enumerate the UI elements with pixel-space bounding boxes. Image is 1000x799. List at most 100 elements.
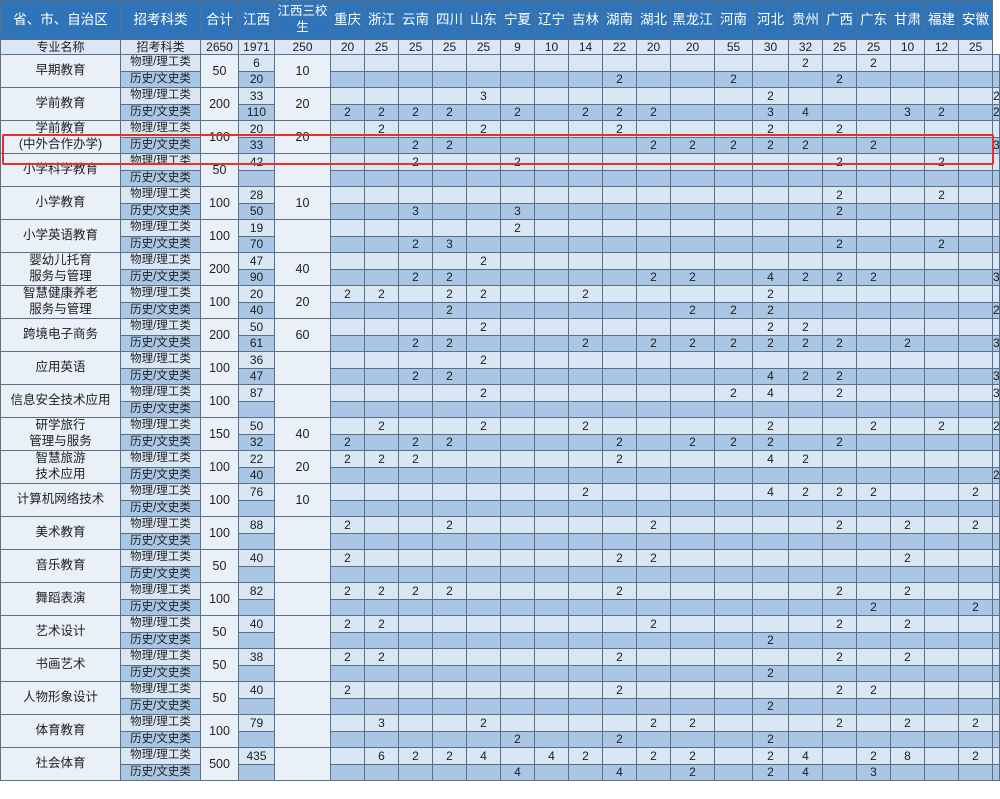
quota-cell xyxy=(670,681,715,699)
quota-cell xyxy=(500,235,535,253)
quota-cell: 4 xyxy=(534,747,569,765)
quota-cell xyxy=(822,747,857,765)
quota-cell xyxy=(398,516,433,534)
quota-cell: 3 xyxy=(432,235,467,253)
quota-cell xyxy=(238,499,275,517)
quota-cell xyxy=(890,202,925,220)
quota-cell xyxy=(670,169,715,187)
quota-cell: 2 xyxy=(330,549,365,567)
quota-cell xyxy=(670,598,715,616)
subject-type: 物理/理工类 xyxy=(120,516,201,534)
quota-cell xyxy=(534,697,569,715)
major-name: 研学旅行 管理与服务 xyxy=(0,417,121,451)
province-header: 云南 xyxy=(398,0,433,40)
quota-cell xyxy=(330,87,365,105)
quota-cell xyxy=(752,582,789,600)
quota-cell: 25 xyxy=(398,39,433,55)
quota-cell: 2 xyxy=(788,136,823,154)
quota-cell xyxy=(602,532,637,550)
jiangxi-three-school-quota xyxy=(274,153,331,187)
quota-cell xyxy=(890,153,925,171)
quota-cell xyxy=(890,450,925,468)
quota-cell: 25 xyxy=(364,39,399,55)
quota-cell: 2 xyxy=(822,70,857,88)
quota-cell xyxy=(534,549,569,567)
quota-cell xyxy=(924,598,959,616)
quota-cell xyxy=(958,664,993,682)
quota-cell xyxy=(432,466,467,484)
quota-cell xyxy=(924,763,959,781)
quota-cell xyxy=(636,252,671,270)
quota-cell: 2 xyxy=(822,153,857,171)
quota-cell: 2 xyxy=(330,450,365,468)
quota-cell: 4 xyxy=(752,483,789,501)
quota-cell xyxy=(992,450,1000,468)
quota-cell xyxy=(752,252,789,270)
quota-cell xyxy=(432,219,467,237)
quota-cell: 4 xyxy=(788,747,823,765)
major-name: 小学科学教育 xyxy=(0,153,121,187)
quota-cell xyxy=(752,219,789,237)
quota-cell xyxy=(364,664,399,682)
quota-cell: 2 xyxy=(822,268,857,286)
quota-cell: 2 xyxy=(398,103,433,121)
quota-cell xyxy=(466,664,501,682)
quota-cell xyxy=(670,582,715,600)
quota-cell: 2 xyxy=(466,351,501,369)
quota-cell xyxy=(636,417,671,435)
quota-cell xyxy=(752,648,789,666)
quota-cell: 2 xyxy=(432,747,467,765)
quota-cell xyxy=(958,549,993,567)
quota-cell xyxy=(924,549,959,567)
quota-cell xyxy=(992,582,1000,600)
quota-cell xyxy=(714,615,753,633)
quota-cell xyxy=(958,384,993,402)
quota-cell xyxy=(534,219,569,237)
quota-cell: 87 xyxy=(238,384,275,402)
quota-cell xyxy=(330,631,365,649)
quota-cell xyxy=(714,730,753,748)
quota-cell xyxy=(466,565,501,583)
subject-type: 物理/理工类 xyxy=(120,153,201,171)
quota-cell xyxy=(500,582,535,600)
quota-cell xyxy=(330,400,365,418)
quota-cell xyxy=(958,334,993,352)
quota-cell xyxy=(636,54,671,72)
quota-cell xyxy=(670,351,715,369)
quota-cell: 2 xyxy=(364,103,399,121)
quota-cell xyxy=(924,483,959,501)
quota-cell: 2 xyxy=(432,285,467,303)
quota-cell: 2 xyxy=(924,103,959,121)
major-name: 体育教育 xyxy=(0,714,121,748)
quota-cell: 2 xyxy=(924,186,959,204)
quota-cell xyxy=(330,235,365,253)
quota-cell: 3 xyxy=(890,103,925,121)
quota-cell xyxy=(432,681,467,699)
quota-cell: 2 xyxy=(992,87,1000,105)
quota-cell: 2 xyxy=(602,450,637,468)
quota-cell xyxy=(958,681,993,699)
subject-type: 历史/文史类 xyxy=(120,103,201,121)
quota-row: 专业名称 招考科类 2650 1971 250 20 25 25 25 25 9… xyxy=(0,39,1000,55)
quota-cell xyxy=(636,351,671,369)
table-row: 历史/文史类 40 2 2 2 2 2 xyxy=(1,301,1000,319)
quota-cell xyxy=(714,532,753,550)
quota-cell xyxy=(714,681,753,699)
table-row: 历史/文史类 50 3 3 2 xyxy=(1,202,1000,220)
quota-cell xyxy=(856,664,891,682)
quota-cell xyxy=(398,54,433,72)
quota-cell xyxy=(822,664,857,682)
quota-cell xyxy=(500,549,535,567)
quota-cell xyxy=(670,120,715,138)
quota-cell xyxy=(432,730,467,748)
header-row: 省、市、自治区 招考科类 合计 江西 江西三校生 重庆 浙江 云南 四川 山东 … xyxy=(0,0,1000,40)
quota-cell xyxy=(364,301,399,319)
quota-cell xyxy=(330,268,365,286)
quota-cell xyxy=(788,730,823,748)
major-name: 社会体育 xyxy=(0,747,121,781)
quota-cell xyxy=(992,433,1000,451)
quota-cell xyxy=(788,631,823,649)
quota-cell: 2 xyxy=(432,103,467,121)
subject-type: 物理/理工类 xyxy=(120,747,201,765)
quota-cell: 40 xyxy=(238,301,275,319)
